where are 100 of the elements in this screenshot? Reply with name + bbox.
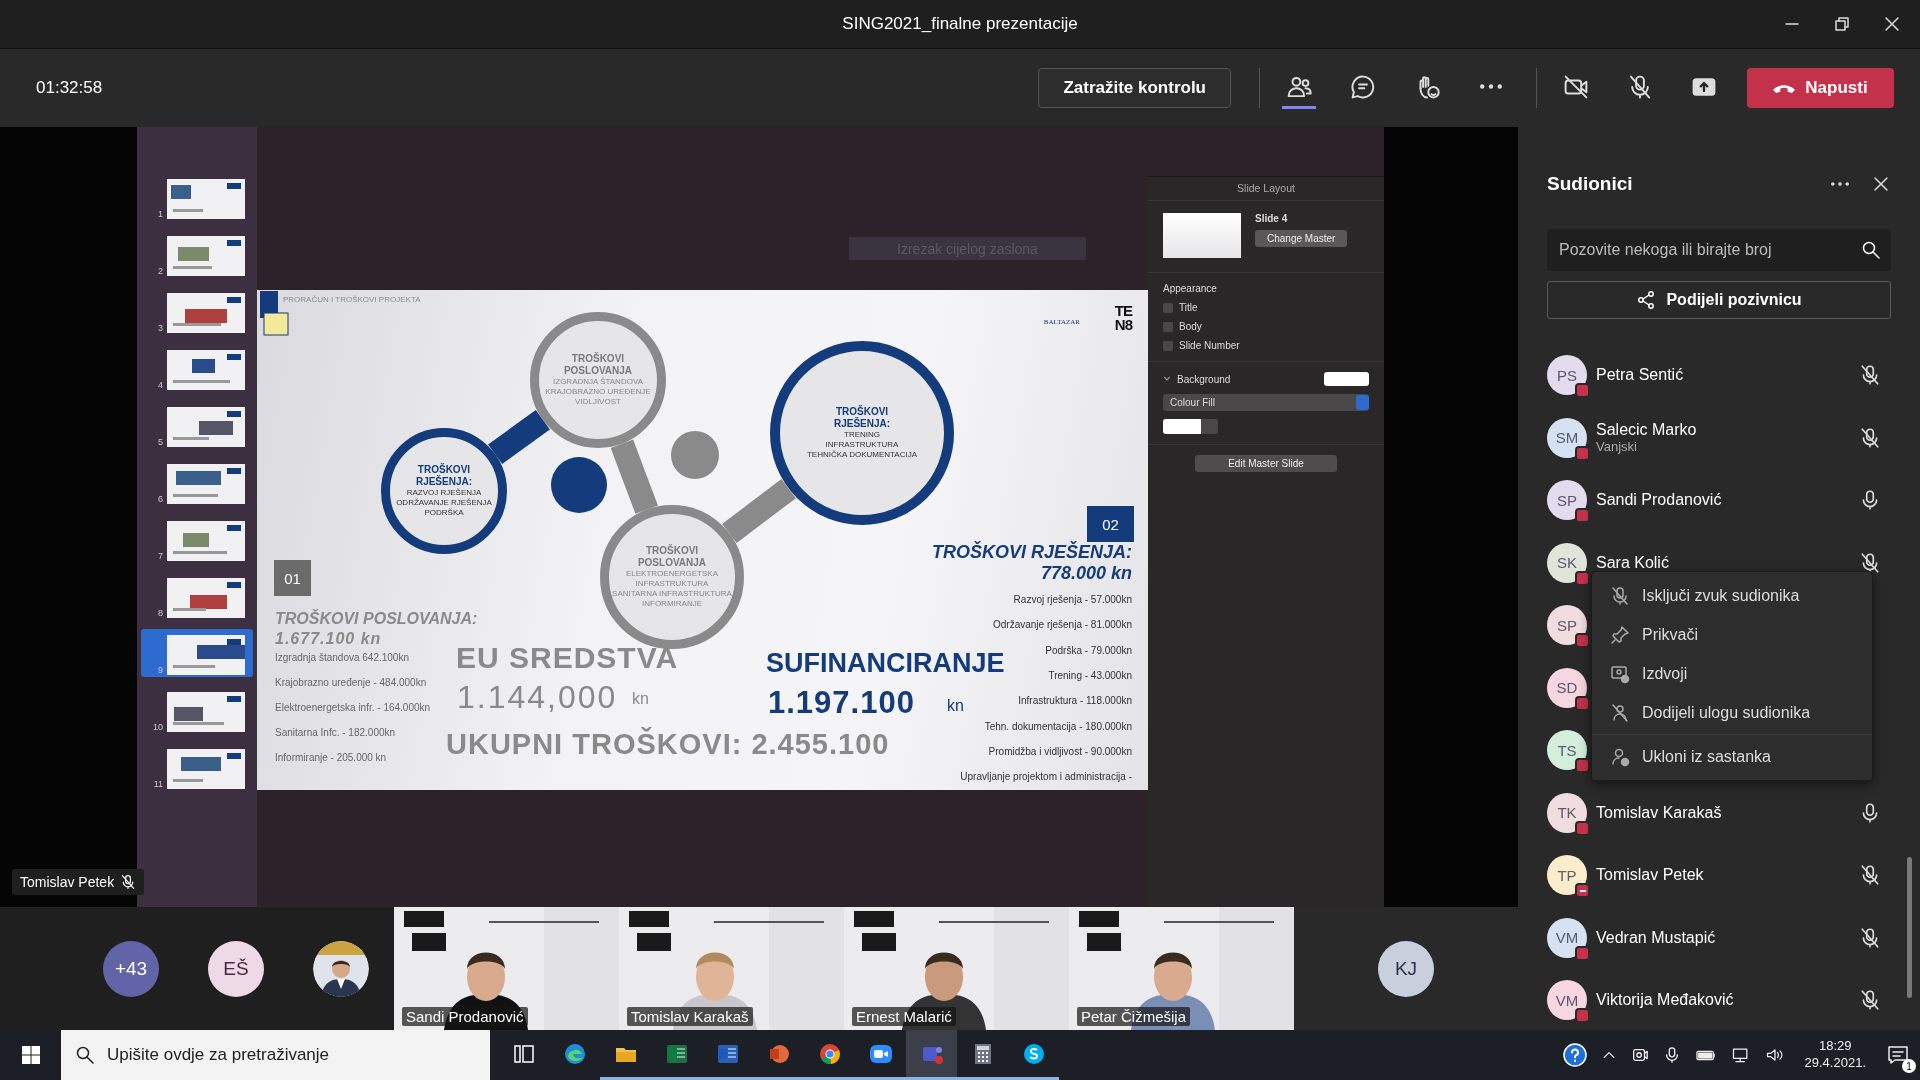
color-swatch[interactable] [1324, 372, 1369, 386]
change-master-button[interactable]: Change Master [1255, 230, 1348, 247]
panel-title: Sudionici [1547, 173, 1633, 195]
participant-avatar: SK [1547, 542, 1587, 583]
participant-name: Ernest Malarić [852, 1007, 956, 1026]
cost-item: Upravljanje projektom i administracija - [960, 771, 1132, 783]
clock-date: 29.4.2021. [1804, 1055, 1866, 1072]
windows-start-icon[interactable] [20, 1045, 41, 1065]
bubble-text: RAZVOJ RJEŠENJA [406, 488, 482, 498]
close-icon[interactable] [1882, 14, 1902, 34]
skype-icon [1021, 1041, 1046, 1066]
microphone-off-icon[interactable] [1859, 364, 1881, 387]
section-title: Background [1177, 373, 1231, 385]
cost-item: Tehn. dokumentacija - 180.000kn [984, 720, 1132, 732]
checkbox[interactable] [1163, 321, 1173, 332]
camera-icon[interactable] [1630, 1046, 1649, 1064]
menu-item[interactable]: Izdvoji [1592, 654, 1872, 693]
checkbox[interactable] [1163, 302, 1173, 313]
menu-item[interactable]: Prikvači [1592, 615, 1872, 654]
participant-name: Salecic Marko [1596, 421, 1697, 440]
bubble-text: ODRŽAVANJE RJEŠENJA [396, 498, 492, 508]
share-invite-button[interactable]: Podijeli pozivnicu [1547, 281, 1891, 319]
teams-app-button[interactable] [906, 1030, 957, 1080]
participant-avatar[interactable]: EŠ [208, 940, 264, 997]
chevron-down-icon[interactable] [1163, 375, 1171, 383]
microphone-off-icon[interactable] [1859, 426, 1881, 449]
more-icon[interactable] [1831, 182, 1849, 186]
close-icon[interactable] [1871, 174, 1891, 194]
cost-item: Sanitarna Infc. - 182.000kn [275, 727, 396, 738]
cost-title: TROŠKOVI RJEŠENJA: [931, 542, 1132, 563]
search-icon [75, 1045, 95, 1065]
brand-logo: TE N8 [1114, 304, 1132, 333]
cost-item: Trening - 43.000kn [1048, 669, 1132, 681]
microphone-off-icon [1610, 585, 1630, 606]
microphone-off-icon [1627, 73, 1653, 100]
participant-avatar: VM [1547, 980, 1587, 1021]
funding-amount: 1.197.100 [768, 685, 915, 721]
funding-label: EU SREDSTVA [456, 641, 679, 675]
cost-item: Održavanje rješenja - 81.000kn [993, 619, 1132, 631]
bubble-text: INFRASTRUKTURA [825, 440, 899, 450]
funding-label: SUFINANCIRANJE [766, 648, 1005, 679]
taskbar-search-field[interactable]: Upišite ovdje za pretraživanje [61, 1030, 490, 1080]
cost-item: Podrška - 79.000kn [1045, 644, 1132, 656]
section-number: 01 [274, 560, 311, 596]
microphone-off-icon[interactable] [1859, 926, 1881, 949]
edit-master-button[interactable]: Edit Master Slide [1195, 455, 1337, 472]
remove-person-icon [1610, 746, 1630, 767]
section-number: 02 [1087, 506, 1134, 542]
participant-name: Tomislav Karakaš [627, 1007, 753, 1026]
section-title: Appearance [1163, 283, 1218, 294]
search-icon[interactable] [1861, 240, 1881, 260]
menu-item[interactable]: Isključi zvuk sudionika [1592, 576, 1872, 615]
bubble-text: INFORMIRANJE [642, 599, 702, 609]
bubble-title: TROŠKOVI RJEŠENJA: [414, 464, 474, 487]
participant-avatar[interactable]: KJ [1378, 940, 1434, 997]
window-title: SING2021_finalne prezentacije [842, 14, 1078, 33]
more-icon [1480, 84, 1502, 89]
participant-avatar: SP [1547, 605, 1587, 646]
scrollbar-thumb[interactable] [1907, 857, 1912, 998]
slide-name: Slide 4 [1255, 213, 1289, 224]
participant-subtitle: Vanjski [1596, 439, 1638, 455]
checkbox-label: Body [1179, 321, 1202, 332]
presenter-name: Tomislav Petek [20, 874, 115, 890]
cost-total: 778.000 kn [1040, 563, 1132, 584]
microphone-off-icon[interactable] [1859, 551, 1881, 574]
bubble-title: TROŠKOVI RJEŠENJA: [832, 406, 892, 429]
menu-item[interactable]: Dodijeli ulogu sudionika [1592, 693, 1872, 732]
currency-unit: kn [947, 697, 964, 715]
notification-count: 1 [1902, 1059, 1916, 1073]
bubble-title: TROŠKOVI POSLOVANJA [636, 545, 708, 568]
checkbox[interactable] [1163, 340, 1173, 351]
microphone-off-icon[interactable] [1859, 989, 1881, 1012]
participant-name: Petar Čižmešija [1077, 1007, 1191, 1026]
participant-avatar: PS [1547, 355, 1587, 396]
leave-button[interactable]: Napusti [1747, 68, 1894, 108]
checkbox-label: Slide Number [1179, 340, 1240, 351]
cost-total: 1.677.100 kn [275, 630, 382, 648]
cost-item: Elektroenergetska infr. - 164.000kn [275, 702, 431, 713]
search-field[interactable]: Pozovite nekoga ili birajte broj [1547, 229, 1891, 271]
participant-name: Petra Sentić [1596, 366, 1684, 385]
help-icon[interactable] [1562, 1043, 1587, 1067]
panel-title: Slide Layout [1148, 177, 1384, 201]
bubble-text: PODRŠKA [424, 508, 464, 518]
restore-icon[interactable] [1832, 14, 1852, 34]
person-slash-icon [1610, 702, 1630, 723]
participant-avatar: SP [1547, 480, 1587, 521]
color-well[interactable] [1163, 419, 1218, 434]
bubble-text: VIDLJIVOST [575, 397, 621, 407]
bubble-text: ELEKTROENERGETSKA [626, 569, 718, 579]
microphone-off-icon[interactable] [1859, 864, 1881, 887]
participant-avatar: VM [1547, 917, 1587, 958]
menu-item[interactable]: Ukloni iz sastanka [1592, 737, 1872, 776]
spotlight-icon [1610, 663, 1630, 684]
fill-dropdown[interactable]: Colour Fill [1163, 394, 1369, 411]
participant-name: Sandi Prodanović [1596, 491, 1722, 510]
participant-name: Tomislav Petek [1596, 866, 1704, 885]
request-control-button[interactable]: Zatražite kontrolu [1038, 68, 1231, 108]
camera-off-icon [1563, 73, 1589, 100]
bubble-text: SANITARNA INFRASTRUKTURA [612, 589, 732, 599]
overflow-count[interactable]: +43 [103, 940, 159, 997]
